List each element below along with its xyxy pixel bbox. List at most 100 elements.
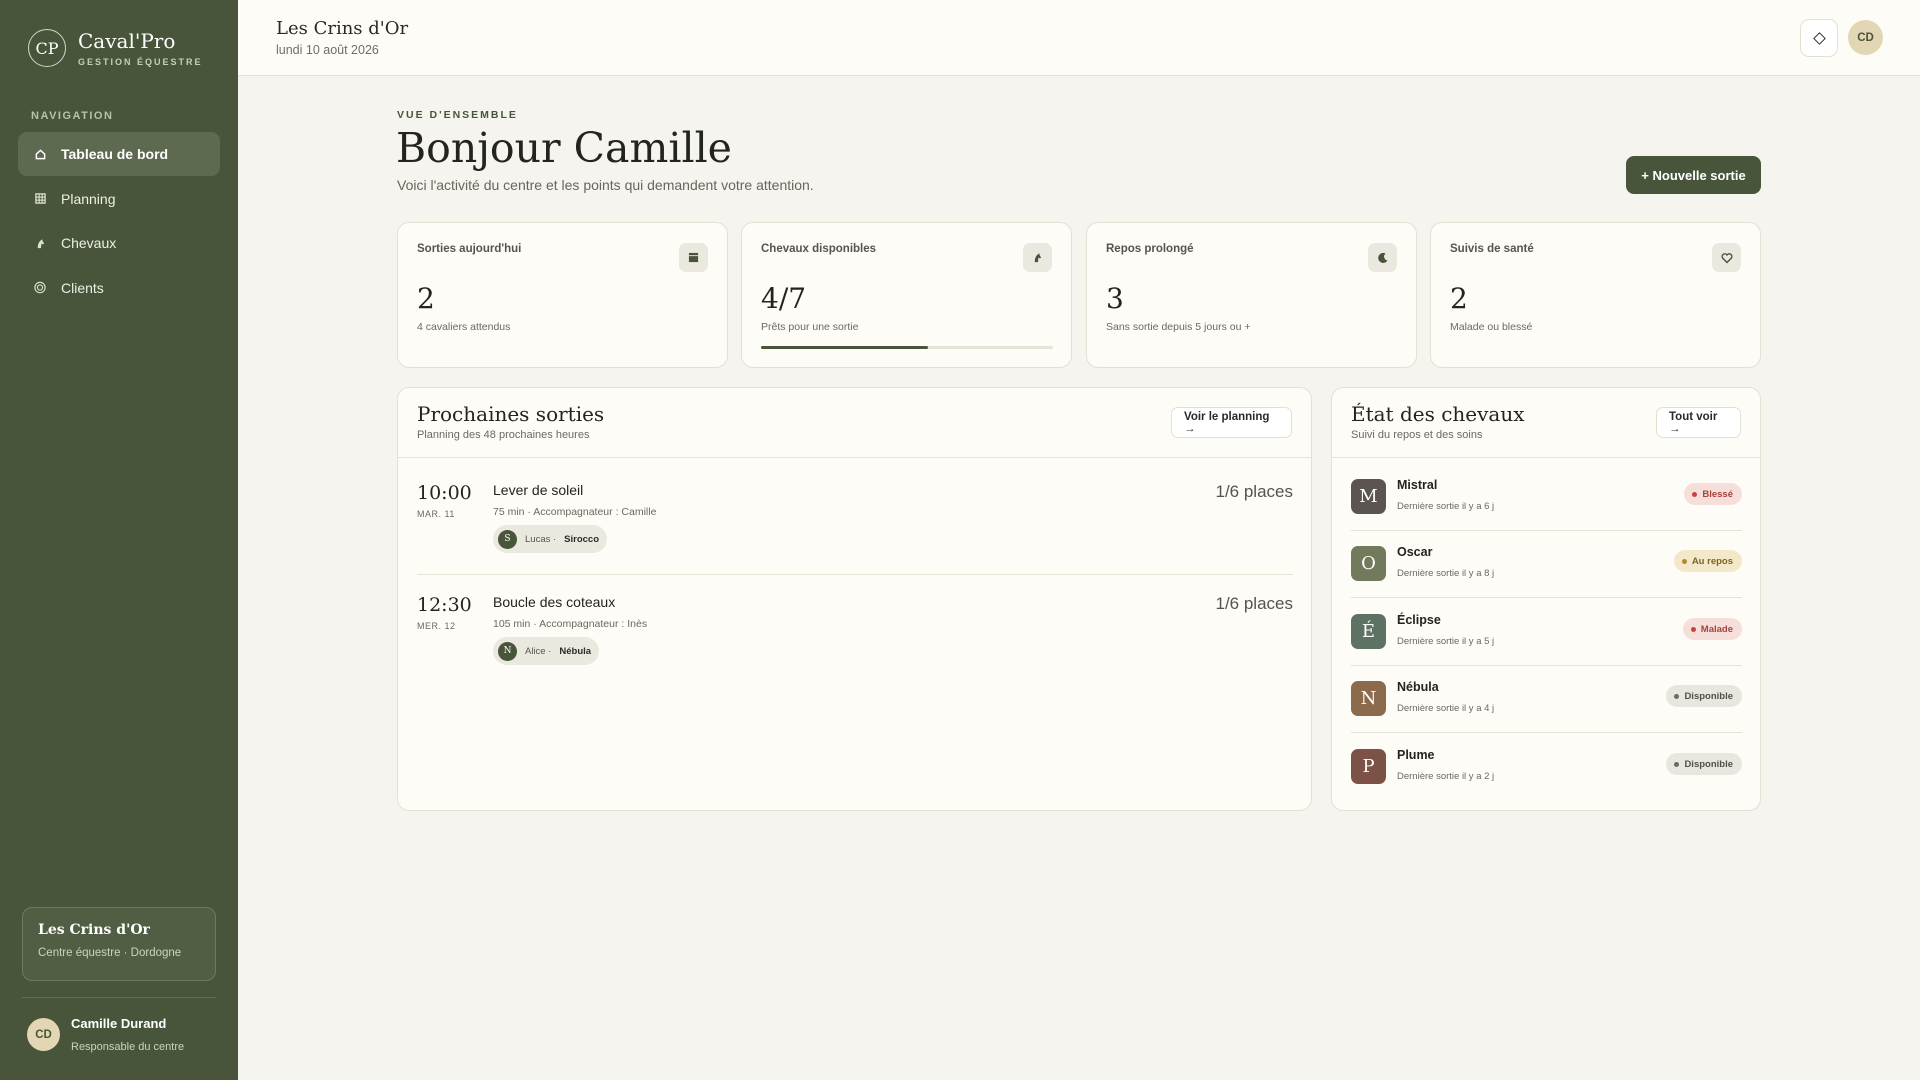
session-name: Lever de soleil [493, 482, 584, 498]
stat-label: Suivis de santé [1450, 243, 1534, 255]
panel-title: Prochaines sorties [417, 402, 605, 426]
avatar: S [498, 529, 517, 549]
center-card: Les Crins d'Or Centre équestre · Dordogn… [22, 907, 216, 981]
user-role: Responsable du centre [71, 1041, 185, 1053]
horse-row[interactable]: É Éclipse Dernière sortie il y a 5 j Mal… [1351, 613, 1742, 680]
theme-button[interactable] [1800, 19, 1838, 57]
sidebar-item-label: Chevaux [61, 235, 117, 251]
rider-chip[interactable]: S Lucas · Sirocco [493, 525, 608, 553]
status-badge: Disponible [1666, 685, 1742, 707]
sidebar-divider [22, 997, 216, 998]
session-meta: 75 min · Accompagnateur : Camille [493, 506, 657, 518]
status-label: Blessé [1702, 488, 1733, 500]
session-day: MER. 12 [417, 621, 456, 631]
heart-icon [1712, 243, 1741, 272]
horse-icon [1023, 243, 1052, 272]
new-outing-button[interactable]: + Nouvelle sortie [1626, 156, 1761, 194]
last-outing: Dernière sortie il y a 2 j [1397, 771, 1495, 782]
horse-name: Éclipse [1397, 613, 1441, 627]
horse-row[interactable]: N Nébula Dernière sortie il y a 4 j Disp… [1351, 680, 1742, 747]
current-date: lundi 10 août 2026 [276, 43, 379, 57]
moon-icon [1368, 243, 1397, 272]
status-label: Disponible [1684, 690, 1733, 702]
brand-logo: CP [28, 29, 66, 67]
stat-card-horses-available: Chevaux disponibles 4/7 Prêts pour une s… [741, 222, 1072, 368]
status-badge: Au repos [1673, 550, 1742, 572]
user-name: Camille Durand [71, 1016, 167, 1031]
sidebar-item-dashboard[interactable]: Tableau de bord [18, 132, 220, 176]
greeting-subtitle: Voici l'activité du centre et les points… [397, 177, 814, 193]
avatar: CD [27, 1018, 60, 1051]
view-all-button[interactable]: Tout voir → [1656, 407, 1741, 438]
horse-name: Nébula [1397, 680, 1439, 694]
status-dot [1690, 626, 1696, 632]
rider-name: Lucas · [525, 533, 557, 545]
last-outing: Dernière sortie il y a 5 j [1397, 636, 1495, 647]
session-meta: 105 min · Accompagnateur : Inès [493, 618, 648, 630]
horse-name: Oscar [1397, 545, 1433, 559]
stat-value: 2 [1450, 282, 1468, 315]
horse-avatar: É [1351, 614, 1386, 649]
session-time: 12:30 [417, 594, 472, 616]
stat-value: 3 [1106, 282, 1124, 315]
last-outing: Dernière sortie il y a 6 j [1397, 501, 1495, 512]
stat-label: Chevaux disponibles [761, 243, 877, 255]
panel-divider [1332, 457, 1760, 458]
list-item[interactable]: 12:30 MER. 12 Boucle des coteaux 105 min… [417, 594, 1293, 674]
availability-progress-bar [761, 346, 1053, 349]
panel-title: État des chevaux [1351, 402, 1525, 426]
status-label: Au repos [1691, 555, 1733, 567]
session-time: 10:00 [417, 482, 472, 504]
avatar[interactable]: CD [1848, 20, 1883, 55]
panel-subtitle: Suivi du repos et des soins [1351, 429, 1483, 441]
sidebar-nav: Tableau de bord Planning Chevaux Clients [18, 132, 220, 310]
status-badge: Blessé [1684, 483, 1742, 505]
greeting-heading: Bonjour Camille [396, 124, 732, 172]
brand-name: Caval'Pro [78, 28, 176, 53]
sidebar-item-chevaux[interactable]: Chevaux [18, 221, 220, 265]
sidebar-item-planning[interactable]: Planning [18, 177, 220, 221]
sidebar-item-clients[interactable]: Clients [18, 266, 220, 310]
status-label: Malade [1700, 623, 1733, 635]
calendar-icon [679, 243, 708, 272]
horses-status-panel: État des chevaux Suivi du repos et des s… [1331, 387, 1761, 811]
status-badge: Disponible [1666, 753, 1742, 775]
session-name: Boucle des coteaux [493, 594, 616, 610]
center-name: Les Crins d'Or [38, 922, 150, 938]
stat-note: 4 cavaliers attendus [417, 321, 511, 333]
horse-icon [34, 237, 46, 249]
sidebar: CP Caval'Pro GESTION ÉQUESTRE NAVIGATION… [0, 0, 238, 1080]
view-planning-button[interactable]: Voir le planning → [1171, 407, 1292, 438]
session-day: MAR. 11 [417, 509, 455, 519]
stat-note: Sans sortie depuis 5 jours ou + [1106, 321, 1251, 333]
session-places: 1/6 places [1215, 482, 1294, 501]
status-badge: Malade [1682, 618, 1742, 640]
progress-fill [761, 346, 928, 349]
avatar: N [498, 641, 517, 661]
rider-name: Alice · [525, 645, 552, 657]
home-icon [34, 148, 46, 160]
sidebar-item-label: Tableau de bord [61, 146, 169, 162]
status-dot [1681, 558, 1687, 564]
horse-avatar: P [1351, 749, 1386, 784]
row-divider [1351, 665, 1742, 666]
page-title: Les Crins d'Or [276, 18, 409, 39]
rider-chip[interactable]: N Alice · Nébula [493, 637, 600, 665]
sidebar-item-label: Clients [61, 279, 104, 296]
list-item[interactable]: 10:00 MAR. 11 Lever de soleil 75 min · A… [417, 482, 1293, 562]
horse-row[interactable]: M Mistral Dernière sortie il y a 6 j Ble… [1351, 478, 1742, 545]
session-divider [417, 574, 1293, 575]
row-divider [1351, 732, 1742, 733]
target-icon [34, 281, 46, 294]
brand[interactable]: CP Caval'Pro GESTION ÉQUESTRE [28, 29, 203, 67]
topbar: Les Crins d'Or lundi 10 août 2026 CD [238, 0, 1920, 76]
horse-row[interactable]: P Plume Dernière sortie il y a 2 j Dispo… [1351, 748, 1742, 815]
horse-row[interactable]: O Oscar Dernière sortie il y a 8 j Au re… [1351, 545, 1742, 612]
horse-name: Plume [1397, 748, 1435, 762]
panel-divider [398, 457, 1311, 458]
last-outing: Dernière sortie il y a 8 j [1397, 568, 1495, 579]
user-profile[interactable]: CD Camille Durand Responsable du centre [27, 1016, 184, 1053]
stat-card-rest: Repos prolongé 3 Sans sortie depuis 5 jo… [1086, 222, 1417, 368]
horse-avatar: N [1351, 681, 1386, 716]
session-places: 1/6 places [1215, 594, 1294, 613]
